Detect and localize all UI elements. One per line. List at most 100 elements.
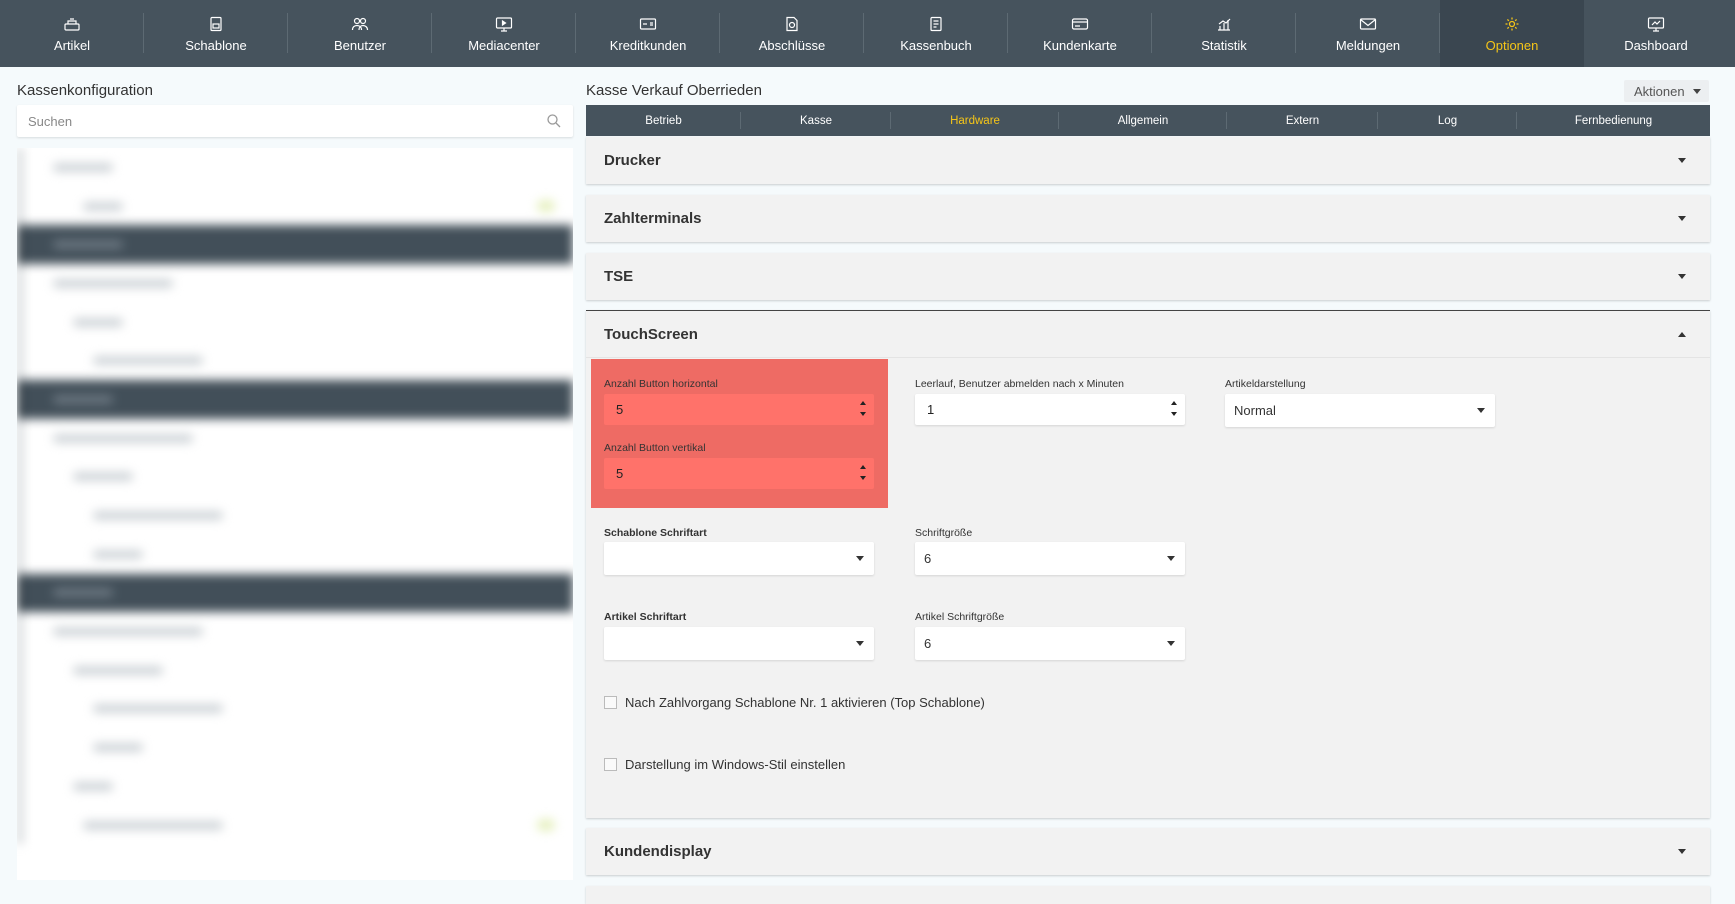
stepper-icon[interactable] [860, 401, 866, 416]
template-font-label: Schablone Schriftart [604, 527, 707, 539]
panel-title: Drucker [604, 152, 661, 169]
stepper-icon[interactable] [1171, 401, 1177, 416]
buttons-horizontal-value: 5 [616, 402, 624, 417]
tab-kasse[interactable]: Kasse [741, 105, 891, 136]
panel-header-zahlterminals[interactable]: Zahlterminals [586, 195, 1710, 242]
tree-item[interactable] [17, 457, 573, 497]
tree-item[interactable] [17, 650, 573, 690]
article-font-select[interactable] [604, 627, 874, 660]
top-template-label: Nach Zahlvorgang Schablone Nr. 1 aktivie… [625, 695, 985, 710]
search-icon[interactable] [546, 113, 562, 129]
nav-label: Meldungen [1335, 37, 1401, 53]
idle-logout-label: Leerlauf, Benutzer abmelden nach x Minut… [915, 378, 1124, 390]
nav-artikel[interactable]: Artikel [0, 0, 144, 67]
nav-label: Artikel [53, 37, 91, 53]
ledger-icon [926, 15, 946, 33]
nav-kundenkarte[interactable]: Kundenkarte [1008, 0, 1152, 67]
chevron-down-icon [856, 641, 864, 646]
tab-betrieb[interactable]: Betrieb [586, 105, 741, 136]
chevron-down-icon [1167, 641, 1175, 646]
template-font-select[interactable] [604, 542, 874, 575]
card-icon [638, 15, 658, 33]
tree-item[interactable] [17, 805, 573, 845]
actions-dropdown[interactable]: Aktionen [1624, 80, 1709, 102]
tree-item[interactable] [17, 341, 573, 381]
panel-header-tse[interactable]: TSE [586, 253, 1710, 300]
gear-icon [1502, 15, 1522, 33]
panel-header-kundendisplay[interactable]: Kundendisplay [586, 828, 1710, 875]
article-display-select[interactable]: Normal [1225, 394, 1495, 427]
article-font-size-select[interactable]: 6 [915, 627, 1185, 660]
tab-extern[interactable]: Extern [1227, 105, 1378, 136]
tab-hardware[interactable]: Hardware [891, 105, 1059, 136]
tab-allgemein[interactable]: Allgemein [1059, 105, 1227, 136]
tree-item[interactable] [17, 380, 573, 419]
top-navigation: Artikel Schablone Benutzer Mediacenter K… [0, 0, 1735, 67]
buttons-horizontal-input[interactable]: 5 [604, 394, 874, 425]
windows-style-checkbox[interactable] [604, 758, 617, 771]
tree-item[interactable] [17, 612, 573, 651]
nav-label: Kundenkarte [1043, 37, 1117, 53]
panel-header-touchscreen[interactable]: TouchScreen [586, 311, 1710, 358]
search-box [17, 105, 573, 137]
tree-item[interactable] [17, 418, 573, 458]
tree-item[interactable] [17, 689, 573, 729]
nav-benutzer[interactable]: Benutzer [288, 0, 432, 67]
tree-item[interactable] [17, 186, 573, 226]
panel-partially-visible [586, 886, 1710, 904]
dashboard-icon [1646, 15, 1666, 33]
nav-kreditkunden[interactable]: Kreditkunden [576, 0, 720, 67]
tab-log[interactable]: Log [1378, 105, 1517, 136]
chevron-down-icon [1167, 556, 1175, 561]
tab-fernbedienung[interactable]: Fernbedienung [1517, 105, 1710, 136]
idle-logout-value: 1 [927, 402, 935, 417]
mail-icon [1358, 15, 1378, 33]
save-icon [206, 15, 226, 33]
buttons-vertical-input[interactable]: 5 [604, 458, 874, 489]
tree-item[interactable] [17, 573, 573, 613]
nav-label: Kreditkunden [609, 37, 687, 53]
tree-item[interactable] [17, 225, 573, 265]
nav-optionen[interactable]: Optionen [1440, 0, 1584, 67]
nav-kassenbuch[interactable]: Kassenbuch [864, 0, 1008, 67]
users-icon [350, 15, 370, 33]
tree-item[interactable] [17, 264, 573, 303]
panel-drucker: Drucker [586, 137, 1710, 184]
chevron-down-icon [1692, 88, 1701, 94]
nav-label: Optionen [1485, 37, 1539, 53]
tree-item[interactable] [17, 767, 573, 806]
top-template-checkbox[interactable] [604, 696, 617, 709]
tab-bar: Betrieb Kasse Hardware Allgemein Extern … [586, 105, 1710, 136]
idle-logout-input[interactable]: 1 [915, 394, 1185, 425]
nav-dashboard[interactable]: Dashboard [1584, 0, 1728, 67]
panel-zahlterminals: Zahlterminals [586, 195, 1710, 242]
nav-schablone[interactable]: Schablone [144, 0, 288, 67]
panel-header-drucker[interactable]: Drucker [586, 137, 1710, 184]
actions-label: Aktionen [1634, 83, 1685, 99]
cashier-icon [62, 15, 82, 33]
panel-title: TouchScreen [604, 325, 698, 343]
top-template-checkbox-row[interactable]: Nach Zahlvorgang Schablone Nr. 1 aktivie… [604, 695, 985, 710]
panel-title: Zahlterminals [604, 210, 702, 227]
tree-item[interactable] [17, 148, 573, 187]
caret-down-icon [1678, 849, 1686, 854]
stepper-icon[interactable] [860, 465, 866, 480]
nav-statistik[interactable]: Statistik [1152, 0, 1296, 67]
tree-item[interactable] [17, 302, 573, 342]
nav-label: Kassenbuch [900, 37, 972, 53]
document-icon [782, 15, 802, 33]
buttons-vertical-value: 5 [616, 466, 624, 481]
nav-abschluesse[interactable]: Abschlüsse [720, 0, 864, 67]
nav-meldungen[interactable]: Meldungen [1296, 0, 1440, 67]
caret-down-icon [1678, 274, 1686, 279]
nav-label: Mediacenter [468, 37, 540, 53]
font-size-select[interactable]: 6 [915, 542, 1185, 575]
search-input[interactable] [28, 113, 546, 129]
tree-item[interactable] [17, 534, 573, 574]
config-tree-blurred [17, 148, 573, 845]
windows-style-checkbox-row[interactable]: Darstellung im Windows-Stil einstellen [604, 757, 845, 772]
nav-mediacenter[interactable]: Mediacenter [432, 0, 576, 67]
article-font-size-value: 6 [924, 636, 932, 651]
tree-item[interactable] [17, 728, 573, 767]
tree-item[interactable] [17, 496, 573, 535]
